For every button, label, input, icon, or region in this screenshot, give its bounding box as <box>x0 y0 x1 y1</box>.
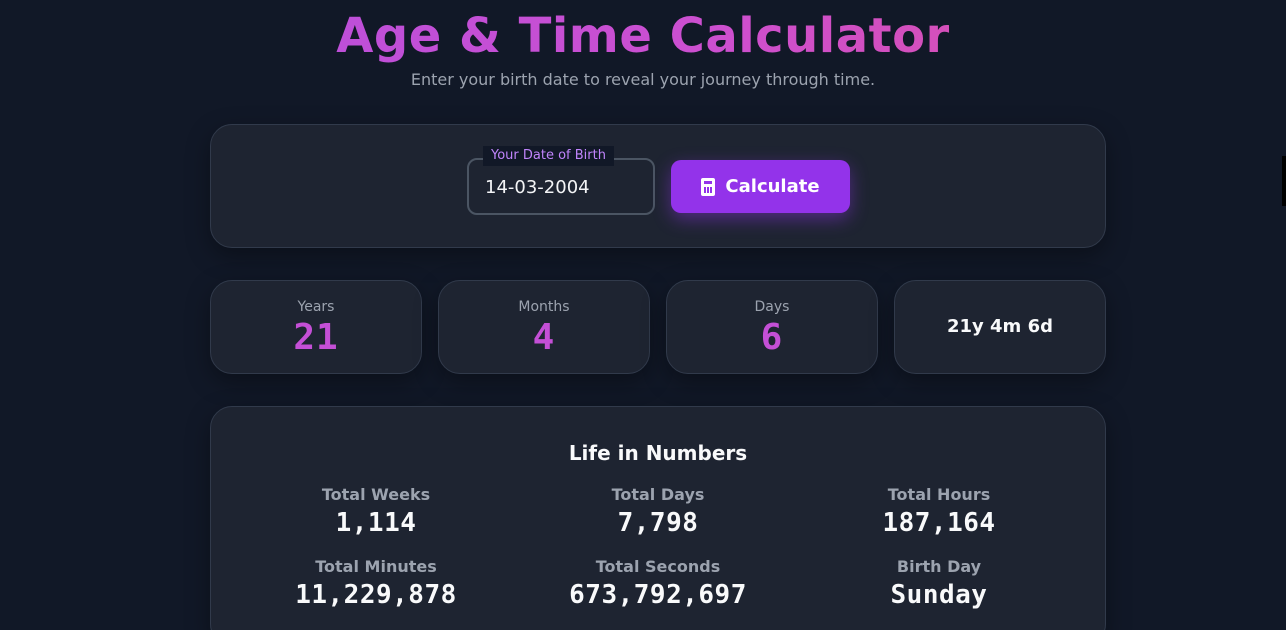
days-card: Days 6 <box>666 280 878 374</box>
total-minutes-metric: Total Minutes 11,229,878 <box>236 557 516 610</box>
total-days-value: 7,798 <box>617 508 699 538</box>
total-seconds-metric: Total Seconds 673,792,697 <box>518 557 798 610</box>
years-card: Years 21 <box>210 280 422 374</box>
days-label: Days <box>754 299 790 315</box>
total-weeks-value: 1,114 <box>335 508 417 538</box>
calculate-button[interactable]: Calculate <box>671 160 850 213</box>
total-hours-label: Total Hours <box>887 485 991 504</box>
birth-day-label: Birth Day <box>896 557 982 576</box>
date-of-birth-value[interactable]: 14-03-2004 <box>485 177 590 198</box>
page-title: Age & Time Calculator <box>0 6 1286 66</box>
days-value: 6 <box>760 317 784 358</box>
total-hours-value: 187,164 <box>882 508 996 538</box>
years-value: 21 <box>293 317 339 358</box>
age-summary-card: 21y 4m 6d <box>894 280 1106 374</box>
months-label: Months <box>518 299 570 315</box>
total-weeks-label: Total Weeks <box>321 485 431 504</box>
total-hours-metric: Total Hours 187,164 <box>799 485 1079 538</box>
total-seconds-value: 673,792,697 <box>569 580 747 610</box>
total-minutes-label: Total Minutes <box>315 557 437 576</box>
life-in-numbers-card: Life in Numbers Total Weeks 1,114 Total … <box>210 406 1106 630</box>
date-of-birth-label: Your Date of Birth <box>483 146 614 166</box>
birth-day-value: Sunday <box>890 580 988 610</box>
age-summary: 21y 4m 6d <box>946 316 1053 337</box>
total-days-metric: Total Days 7,798 <box>518 485 798 538</box>
calculator-icon <box>701 177 716 196</box>
page-subtitle: Enter your birth date to reveal your jou… <box>410 70 876 89</box>
date-of-birth-field[interactable]: 14-03-2004 <box>467 158 655 215</box>
scrollbar-thumb[interactable] <box>1282 156 1286 206</box>
total-weeks-metric: Total Weeks 1,114 <box>236 485 516 538</box>
total-seconds-label: Total Seconds <box>595 557 721 576</box>
months-value: 4 <box>532 317 556 358</box>
birth-day-metric: Birth Day Sunday <box>799 557 1079 610</box>
calculate-button-label: Calculate <box>725 176 820 197</box>
total-days-label: Total Days <box>611 485 705 504</box>
date-input-card: 14-03-2004 Your Date of Birth Calculate <box>210 124 1106 248</box>
life-in-numbers-title: Life in Numbers <box>568 441 748 465</box>
years-label: Years <box>297 299 335 315</box>
months-card: Months 4 <box>438 280 650 374</box>
total-minutes-value: 11,229,878 <box>295 580 457 610</box>
